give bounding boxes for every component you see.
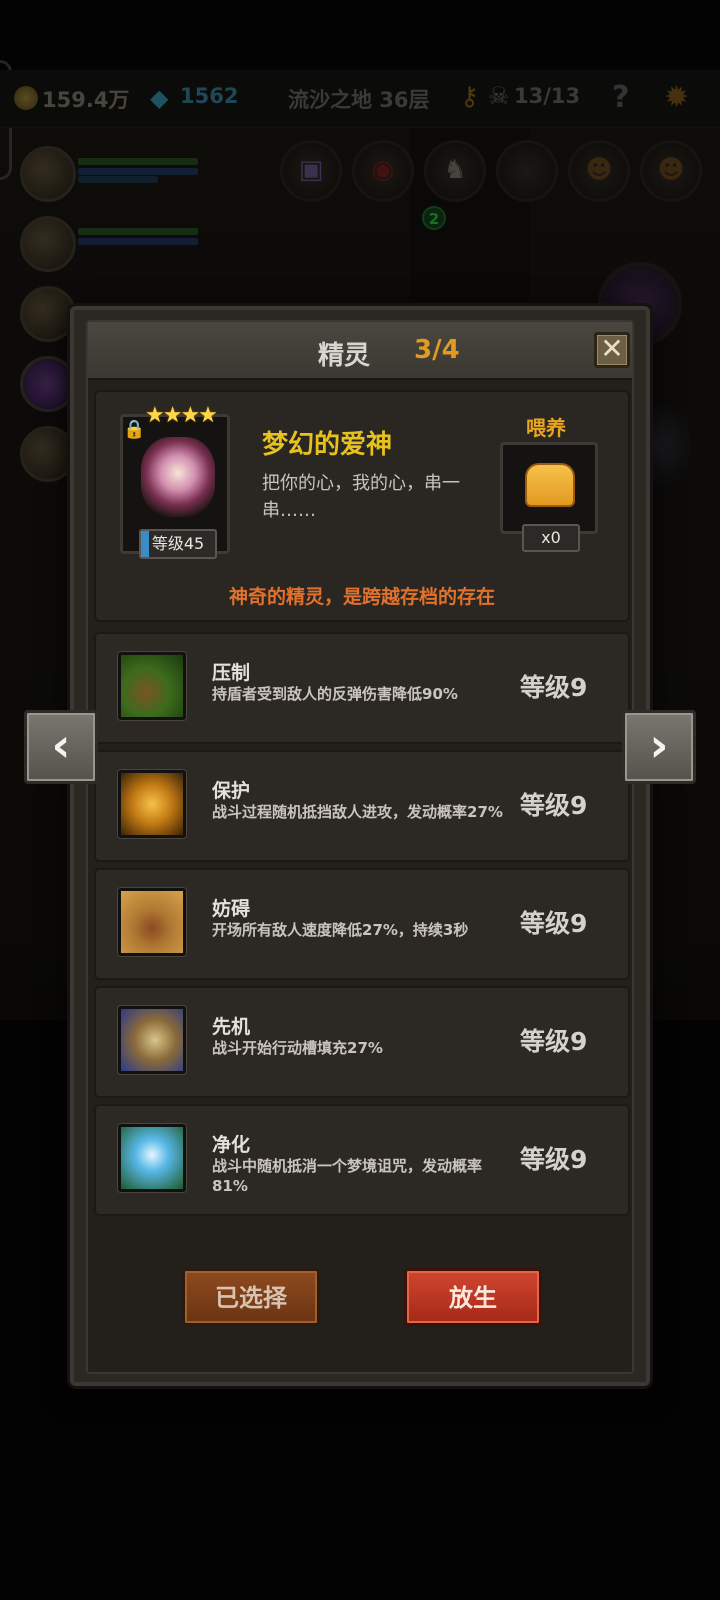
bread-icon (525, 463, 575, 507)
skill-name: 保护 (212, 780, 251, 802)
skill-description: 战斗中随机抵消一个梦境诅咒，发动概率81% (212, 1157, 483, 1195)
skill-row[interactable]: 保护 战斗过程随机抵挡敌人进攻，发动概率27% 等级9 (94, 750, 630, 862)
golden-fairy-icon (118, 770, 186, 838)
skill-level: 等级9 (520, 909, 588, 938)
skill-name: 净化 (212, 1134, 251, 1156)
feed-count: x0 (522, 524, 580, 552)
grass-claw-icon (118, 652, 186, 720)
star-rating: ★★★★ (145, 403, 218, 428)
skill-level: 等级9 (520, 1145, 588, 1174)
spirit-count: 3/4 (414, 335, 460, 365)
skill-row[interactable]: 先机 战斗开始行动槽填充27% 等级9 (94, 986, 630, 1098)
feed-slot[interactable] (500, 442, 598, 534)
blue-flower-icon (118, 1124, 186, 1192)
pet-portrait-frame[interactable]: ★★★★ 🔒 等级45 (120, 403, 230, 559)
skill-level: 等级9 (520, 1027, 588, 1056)
skill-description: 战斗过程随机抵挡敌人进攻，发动概率27% (212, 803, 503, 821)
close-button[interactable]: ✕ (594, 332, 630, 368)
skill-description: 持盾者受到敌人的反弹伤害降低90% (212, 685, 458, 703)
prev-spirit-button[interactable]: ‹ (24, 710, 98, 784)
skill-level: 等级9 (520, 673, 588, 702)
pet-level-badge: 等级45 (139, 529, 217, 559)
next-spirit-button[interactable]: › (622, 710, 696, 784)
skill-row[interactable]: 净化 战斗中随机抵消一个梦境诅咒，发动概率81% 等级9 (94, 1104, 630, 1216)
skill-row[interactable]: 压制 持盾者受到敌人的反弹伤害降低90% 等级9 (94, 632, 630, 744)
skill-row[interactable]: 妨碍 开场所有敌人速度降低27%，持续3秒 等级9 (94, 868, 630, 980)
skill-name: 压制 (212, 662, 251, 684)
release-button[interactable]: 放生 (404, 1268, 542, 1326)
skill-level: 等级9 (520, 791, 588, 820)
skill-list: 压制 持盾者受到敌人的反弹伤害降低90% 等级9 保护 战斗过程随机抵挡敌人进攻… (94, 632, 630, 1222)
dialog-title: 精灵 (318, 341, 371, 371)
spirit-dialog-body: 精灵 3/4 ✕ ★★★★ 🔒 等级45 梦幻的爱神 把你的心，我的心，串一串…… (86, 320, 634, 1374)
skill-name: 先机 (212, 1016, 251, 1038)
dialog-title-bar: 精灵 3/4 ✕ (88, 322, 632, 380)
spirit-dialog: 精灵 3/4 ✕ ★★★★ 🔒 等级45 梦幻的爱神 把你的心，我的心，串一串…… (70, 306, 650, 1386)
lock-icon[interactable]: 🔒 (123, 419, 145, 440)
selected-button[interactable]: 已选择 (182, 1268, 320, 1326)
skill-description: 战斗开始行动槽填充27% (212, 1039, 383, 1057)
pet-description: 把你的心，我的心，串一串…… (262, 473, 460, 521)
cupid-portrait (141, 437, 215, 517)
chained-boot-icon (118, 888, 186, 956)
leopard-icon (118, 1006, 186, 1074)
pet-name: 梦幻的爱神 (262, 430, 393, 460)
feed-label: 喂养 (526, 416, 566, 440)
skill-name: 妨碍 (212, 898, 251, 920)
skill-description: 开场所有敌人速度降低27%，持续3秒 (212, 921, 469, 939)
pet-note: 神奇的精灵，是跨越存档的存在 (228, 586, 495, 608)
pet-info-panel: ★★★★ 🔒 等级45 梦幻的爱神 把你的心，我的心，串一串…… 喂养 x0 神… (94, 390, 630, 622)
